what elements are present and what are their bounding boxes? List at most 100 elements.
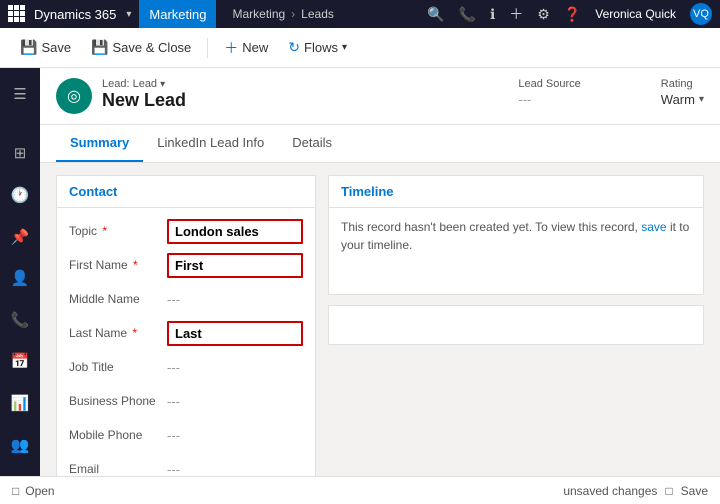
status-open-icon: □ [12, 484, 19, 498]
unsaved-changes-label: unsaved changes [563, 484, 657, 498]
first-name-row: First Name * [69, 250, 303, 280]
command-bar: 💾 Save 💾 Save & Close ＋ New ↻ Flows ▾ [0, 28, 720, 68]
rating-value[interactable]: Warm [661, 92, 695, 107]
new-icon: ＋ [224, 38, 238, 58]
new-button[interactable]: ＋ New [216, 34, 276, 62]
form-left: Contact Topic * [56, 175, 316, 492]
module-name[interactable]: Marketing [139, 0, 216, 28]
record-type-label: Lead: Lead [102, 78, 157, 90]
flows-icon: ↻ [288, 39, 300, 56]
command-separator-1 [207, 38, 208, 58]
middle-name-value[interactable]: --- [167, 292, 303, 307]
sidebar-home-icon[interactable]: ⊞ [2, 135, 38, 171]
record-info: Lead: Lead ▾ New Lead [102, 78, 186, 111]
help-icon[interactable]: ❓ [564, 6, 581, 23]
main-content: ◎ Lead: Lead ▾ New Lead Lead Source --- … [40, 68, 720, 504]
contact-fields: Topic * First Name * [57, 208, 315, 492]
timeline-msg-link[interactable]: save [641, 220, 666, 234]
record-icon-symbol: ◎ [67, 86, 81, 106]
breadcrumb-parent[interactable]: Marketing [232, 7, 285, 21]
record-header: ◎ Lead: Lead ▾ New Lead Lead Source --- … [40, 68, 720, 125]
mobile-phone-row: Mobile Phone --- [69, 420, 303, 450]
business-phone-value[interactable]: --- [167, 394, 303, 409]
first-name-label: First Name * [69, 258, 159, 272]
contact-section-title: Contact [57, 176, 315, 208]
save-icon: 💾 [20, 39, 37, 56]
email-label: Email [69, 462, 159, 476]
save-button-label: Save [41, 40, 71, 55]
first-name-required-indicator: * [133, 258, 138, 272]
user-name: Veronica Quick [595, 7, 676, 21]
user-initial: VQ [693, 8, 709, 20]
sidebar-recent-icon[interactable]: 🕐 [2, 177, 38, 213]
info-icon[interactable]: ℹ [490, 6, 495, 23]
rating-label: Rating [661, 78, 704, 90]
sidebar-pinned-icon[interactable]: 📌 [2, 219, 38, 255]
form-right: Timeline This record hasn't been created… [328, 175, 704, 492]
last-name-input[interactable] [167, 321, 303, 346]
business-phone-row: Business Phone --- [69, 386, 303, 416]
rating-dropdown-icon[interactable]: ▾ [699, 94, 704, 105]
record-type: Lead: Lead ▾ [102, 78, 186, 90]
job-title-value[interactable]: --- [167, 360, 303, 375]
tab-details[interactable]: Details [278, 125, 346, 162]
right-panel [328, 305, 704, 345]
add-icon[interactable]: ＋ [509, 4, 523, 24]
tab-linkedin[interactable]: LinkedIn Lead Info [143, 125, 278, 162]
record-title: New Lead [102, 90, 186, 111]
last-name-row: Last Name * [69, 318, 303, 348]
timeline-content: This record hasn't been created yet. To … [329, 208, 703, 264]
status-save-label[interactable]: Save [681, 484, 708, 498]
first-name-input[interactable] [167, 253, 303, 278]
mobile-phone-label: Mobile Phone [69, 428, 159, 442]
lead-source-label: Lead Source [518, 78, 580, 90]
job-title-label: Job Title [69, 360, 159, 374]
phone-icon[interactable]: 📞 [459, 6, 476, 23]
status-bar-right: unsaved changes □ Save [563, 484, 708, 498]
mobile-phone-value[interactable]: --- [167, 428, 303, 443]
tabs: Summary LinkedIn Lead Info Details [40, 125, 720, 163]
record-icon: ◎ [56, 78, 92, 114]
breadcrumb-separator: › [291, 7, 295, 21]
flows-button-label: Flows [304, 40, 338, 55]
lead-source-value[interactable]: --- [518, 92, 580, 107]
layout: ☰ ⊞ 🕐 📌 👤 📞 📅 📊 👥 ⚙ ◎ Lead: Lead ▾ [0, 68, 720, 504]
sidebar-people-icon[interactable]: 👥 [2, 427, 38, 463]
topic-row: Topic * [69, 216, 303, 246]
top-navbar: Dynamics 365 ▾ Marketing Marketing › Lea… [0, 0, 720, 28]
sidebar-calendar-icon[interactable]: 📅 [2, 344, 38, 380]
save-close-button[interactable]: 💾 Save & Close [83, 35, 199, 60]
settings-icon[interactable]: ⚙ [537, 6, 550, 23]
sidebar-phone-icon[interactable]: 📞 [2, 302, 38, 338]
topic-required-indicator: * [102, 224, 107, 238]
status-save-icon: □ [665, 484, 672, 498]
timeline-title: Timeline [329, 176, 703, 208]
last-name-required-indicator: * [132, 326, 137, 340]
save-button[interactable]: 💾 Save [12, 35, 79, 60]
app-grid-button[interactable] [8, 5, 26, 23]
sidebar: ☰ ⊞ 🕐 📌 👤 📞 📅 📊 👥 ⚙ [0, 68, 40, 504]
tab-summary[interactable]: Summary [56, 125, 143, 162]
record-type-dropdown-icon[interactable]: ▾ [160, 79, 165, 90]
job-title-row: Job Title --- [69, 352, 303, 382]
timeline-section: Timeline This record hasn't been created… [328, 175, 704, 295]
topic-input[interactable] [167, 219, 303, 244]
user-avatar[interactable]: VQ [690, 3, 712, 25]
flows-button[interactable]: ↻ Flows ▾ [280, 35, 355, 60]
middle-name-row: Middle Name --- [69, 284, 303, 314]
topic-label: Topic * [69, 224, 159, 238]
record-header-right: Lead Source --- Rating Warm ▾ [518, 78, 704, 107]
sidebar-menu-icon[interactable]: ☰ [2, 76, 38, 112]
status-open-label[interactable]: Open [25, 484, 54, 498]
sidebar-marketing-icon[interactable]: 📊 [2, 385, 38, 421]
app-name-dropdown-icon[interactable]: ▾ [126, 9, 131, 20]
timeline-msg-part1: This record hasn't been created yet. To … [341, 220, 638, 234]
status-bar-left: □ Open [12, 484, 55, 498]
lead-source-group: Lead Source --- [518, 78, 580, 107]
form-area: Contact Topic * [40, 163, 720, 504]
email-value[interactable]: --- [167, 462, 303, 477]
search-icon[interactable]: 🔍 [427, 6, 444, 23]
app-name: Dynamics 365 [34, 7, 116, 22]
sidebar-contact-icon[interactable]: 👤 [2, 260, 38, 296]
rating-group: Rating Warm ▾ [661, 78, 704, 107]
